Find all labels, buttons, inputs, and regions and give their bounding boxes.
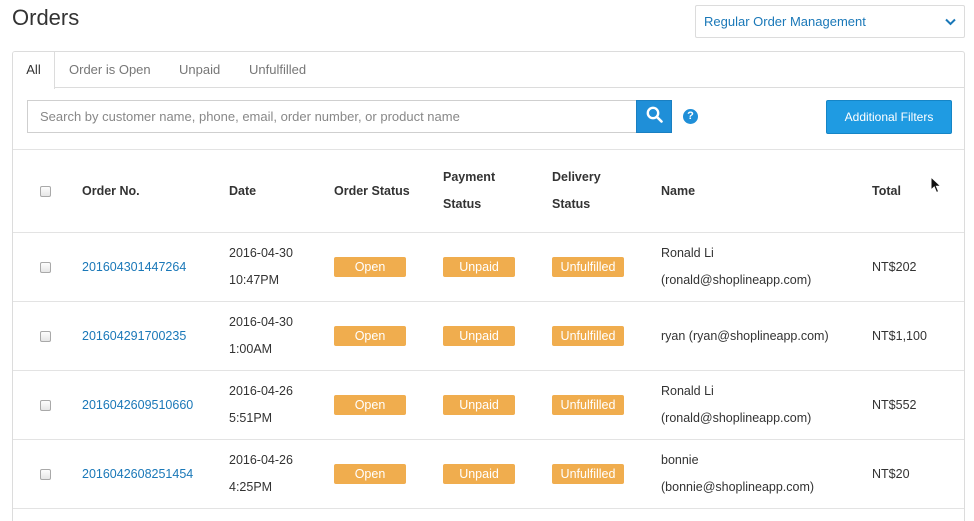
header-order-status[interactable]: Order Status [334, 178, 410, 205]
header-payment-status-line1: Payment [443, 170, 496, 184]
header-order-no[interactable]: Order No. [82, 178, 140, 205]
delivery-status-badge: Unfulfilled [552, 395, 624, 415]
tab-all[interactable]: All [13, 52, 55, 89]
order-date: 2016-04-30 [229, 315, 293, 329]
table-row: 201604301447264 2016-04-30 10:47PM Open … [13, 233, 964, 302]
order-time: 1:00AM [229, 342, 273, 356]
order-date: 2016-04-30 [229, 246, 293, 260]
header-delivery-status-line1: Delivery [552, 170, 601, 184]
select-all-checkbox[interactable] [40, 185, 51, 197]
tab-unpaid[interactable]: Unpaid [179, 52, 220, 88]
orders-table: Order No. Date Order Status Payment Stat… [13, 149, 964, 509]
order-time: 5:51PM [229, 411, 273, 425]
order-status-badge: Open [334, 257, 406, 277]
order-total: NT$1,100 [872, 328, 927, 343]
order-number-link[interactable]: 2016042609510660 [82, 392, 193, 419]
table-row: 201604291700235 2016-04-30 1:00AM Open U… [13, 302, 964, 371]
mouse-cursor-icon [930, 175, 943, 199]
header-payment-status[interactable]: Payment Status [443, 150, 495, 232]
delivery-status-badge: Unfulfilled [552, 326, 624, 346]
order-time: 4:25PM [229, 480, 273, 494]
row-checkbox[interactable] [40, 399, 51, 411]
delivery-status-badge: Unfulfilled [552, 464, 624, 484]
header-date[interactable]: Date [229, 178, 256, 205]
order-total: NT$552 [872, 397, 917, 412]
customer-name: Ronald Li [661, 384, 714, 398]
order-time: 10:47PM [229, 273, 280, 287]
help-icon[interactable]: ? [683, 109, 698, 124]
table-row: 2016042609510660 2016-04-26 5:51PM Open … [13, 371, 964, 440]
row-checkbox[interactable] [40, 468, 51, 480]
row-checkbox[interactable] [40, 261, 51, 273]
table-row: 2016042608251454 2016-04-26 4:25PM Open … [13, 440, 964, 509]
customer-email: (ronald@shoplineapp.com) [661, 273, 812, 287]
page-title: Orders [12, 5, 80, 30]
chevron-down-icon [945, 18, 956, 26]
order-total: NT$20 [872, 466, 910, 481]
order-status-badge: Open [334, 464, 406, 484]
delivery-status-badge: Unfulfilled [552, 257, 624, 277]
header-delivery-status[interactable]: Delivery Status [552, 150, 601, 232]
order-date: 2016-04-26 [229, 384, 293, 398]
order-tabs: All Order is Open Unpaid Unfulfilled [13, 52, 964, 89]
tab-unfulfilled[interactable]: Unfulfilled [249, 52, 306, 88]
search-button[interactable] [636, 100, 672, 133]
header-delivery-status-line2: Status [552, 197, 591, 211]
customer-email: (bonnie@shoplineapp.com) [661, 480, 815, 494]
search-icon [646, 106, 663, 128]
header-payment-status-line2: Status [443, 197, 482, 211]
search-input[interactable] [27, 100, 636, 133]
additional-filters-button[interactable]: Additional Filters [826, 100, 952, 134]
payment-status-badge: Unpaid [443, 464, 515, 484]
order-management-select[interactable]: Regular Order Management [695, 5, 965, 38]
row-checkbox[interactable] [40, 330, 51, 342]
order-status-badge: Open [334, 395, 406, 415]
payment-status-badge: Unpaid [443, 326, 515, 346]
order-number-link[interactable]: 201604301447264 [82, 254, 186, 281]
order-status-badge: Open [334, 326, 406, 346]
table-header-row: Order No. Date Order Status Payment Stat… [13, 150, 964, 233]
order-number-link[interactable]: 201604291700235 [82, 323, 186, 350]
order-date: 2016-04-26 [229, 453, 293, 467]
tab-order-is-open[interactable]: Order is Open [69, 52, 151, 88]
payment-status-badge: Unpaid [443, 395, 515, 415]
orders-card: All Order is Open Unpaid Unfulfilled ? A… [12, 51, 965, 521]
order-number-link[interactable]: 2016042608251454 [82, 461, 193, 488]
header-name[interactable]: Name [661, 178, 851, 205]
customer-name: Ronald Li [661, 246, 714, 260]
customer-email: (ronald@shoplineapp.com) [661, 411, 812, 425]
customer-name: ryan (ryan@shoplineapp.com) [661, 328, 829, 343]
payment-status-badge: Unpaid [443, 257, 515, 277]
order-management-select-value: Regular Order Management [704, 14, 866, 29]
customer-name: bonnie [661, 453, 699, 467]
header-total[interactable]: Total [872, 178, 901, 205]
search-bar [27, 100, 672, 133]
order-total: NT$202 [872, 259, 917, 274]
